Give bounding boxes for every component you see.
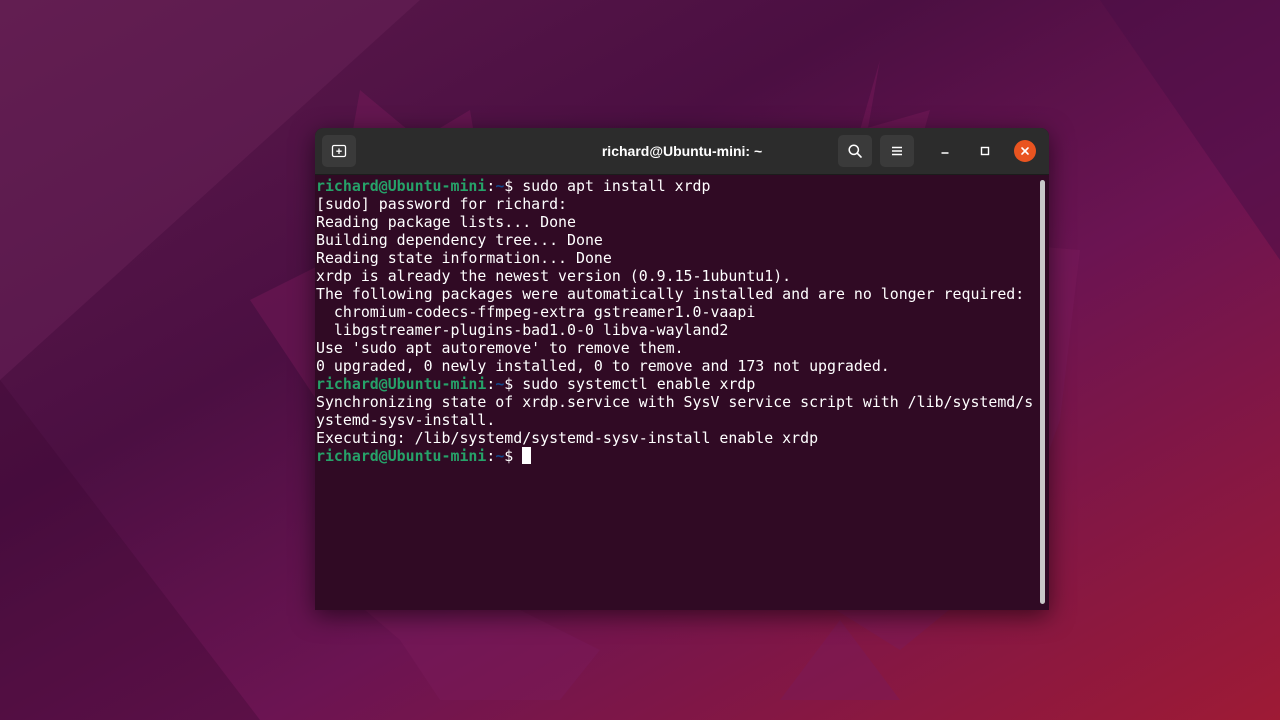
terminal-prompt-line: richard@Ubuntu-mini:~$ sudo systemctl en… [316,375,1038,393]
minimize-icon [941,152,949,154]
prompt-symbol: $ [504,177,523,195]
prompt-separator: : [486,177,496,195]
command-text: sudo apt install xrdp [522,177,711,195]
terminal-output-line: 0 upgraded, 0 newly installed, 0 to remo… [316,357,890,375]
prompt-user: richard@Ubuntu-mini [316,447,487,465]
maximize-icon [980,146,990,156]
maximize-button[interactable] [974,140,996,162]
hamburger-menu-icon [892,146,902,156]
close-icon [1021,147,1029,155]
prompt-path: ~ [495,177,505,195]
terminal-output-line: Building dependency tree... Done [316,231,603,249]
terminal-prompt-line: richard@Ubuntu-mini:~$ [316,447,1038,465]
terminal-output-line: Executing: /lib/systemd/systemd-sysv-ins… [316,429,819,447]
search-icon [848,144,862,158]
prompt-symbol: $ [504,447,523,465]
terminal-cursor [522,447,532,464]
terminal-output-line: chromium-codecs-ffmpeg-extra gstreamer1.… [316,303,756,321]
prompt-separator: : [486,375,496,393]
terminal-output-line: Synchronizing state of xrdp.service with… [316,393,1034,411]
terminal-output-line: The following packages were automaticall… [316,285,1025,303]
terminal-window[interactable]: richard@Ubuntu-mini: ~ richard@Ubuntu-mi… [315,128,1049,610]
terminal-output-line: [sudo] password for richard: [316,195,568,213]
prompt-path: ~ [495,447,505,465]
window-headerbar[interactable]: richard@Ubuntu-mini: ~ [315,128,1049,175]
terminal-output[interactable]: richard@Ubuntu-mini:~$ sudo apt install … [315,175,1038,610]
terminal-prompt-line: richard@Ubuntu-mini:~$ sudo apt install … [316,177,1038,195]
command-text: sudo systemctl enable xrdp [522,375,756,393]
terminal-scrollbar[interactable] [1040,180,1045,604]
close-button[interactable] [1014,140,1036,162]
prompt-user: richard@Ubuntu-mini [316,177,487,195]
new-tab-icon [331,144,347,158]
terminal-output-line: ystemd-sysv-install. [316,411,496,429]
terminal-output-line: Reading package lists... Done [316,213,576,231]
terminal-output-line: libgstreamer-plugins-bad1.0-0 libva-wayl… [316,321,729,339]
terminal-output-line: xrdp is already the newest version (0.9.… [316,267,792,285]
prompt-user: richard@Ubuntu-mini [316,375,487,393]
terminal-output-line: Reading state information... Done [316,249,612,267]
prompt-path: ~ [495,375,505,393]
prompt-symbol: $ [504,375,523,393]
prompt-separator: : [486,447,496,465]
minimize-button[interactable] [934,140,956,162]
menu-button[interactable] [880,135,914,167]
new-tab-button[interactable] [322,135,356,167]
terminal-output-line: Use 'sudo apt autoremove' to remove them… [316,339,684,357]
search-button[interactable] [838,135,872,167]
